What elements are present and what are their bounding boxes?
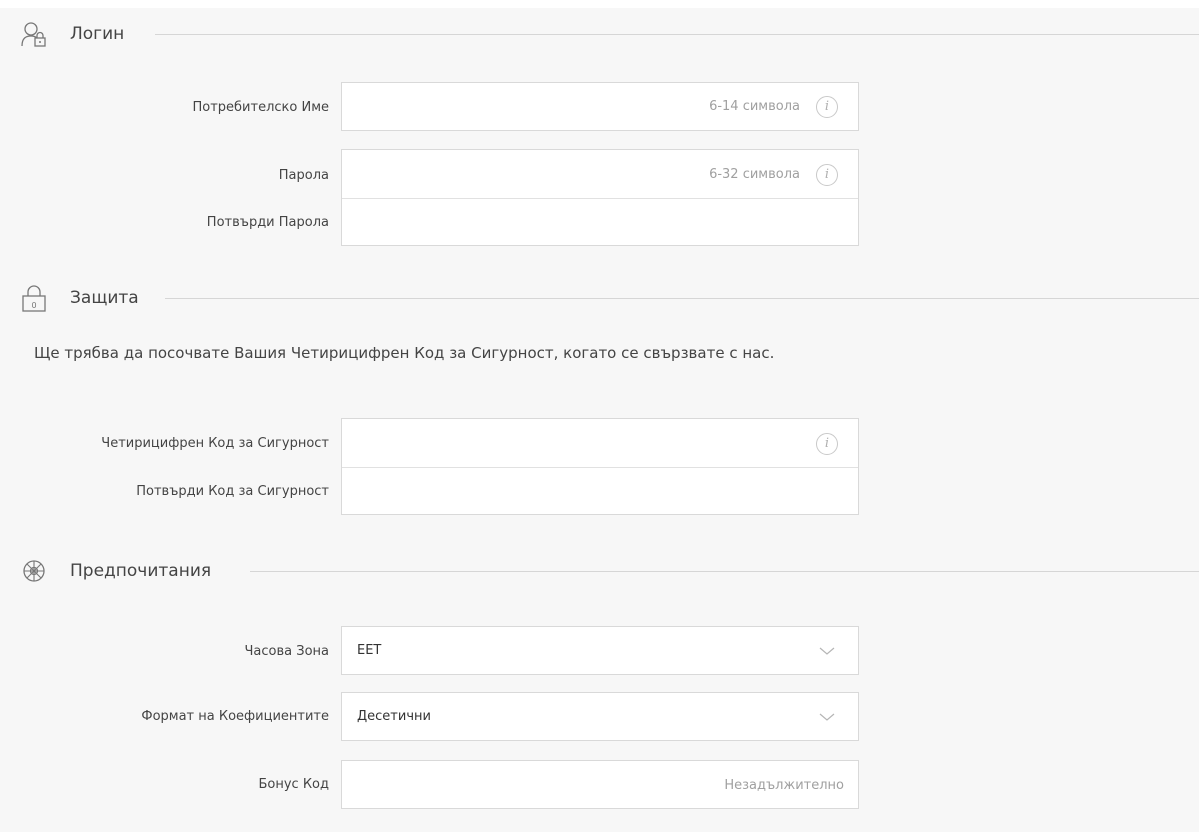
security-code-label: Четирицифрен Код за Сигурност — [101, 436, 329, 451]
top-strip — [0, 0, 1199, 8]
security-section-header: 0 Защита — [0, 284, 1199, 314]
security-section-title: Защита — [70, 288, 139, 308]
svg-text:0: 0 — [31, 301, 36, 310]
bonus-code-label: Бонус Код — [258, 777, 329, 792]
username-hint: 6-14 символа — [709, 99, 800, 114]
confirm-password-label: Потвърди Парола — [206, 215, 329, 230]
password-label: Парола — [278, 168, 329, 183]
password-group-box: 6-32 символа i — [341, 149, 859, 246]
username-info-icon[interactable]: i — [816, 96, 838, 118]
preferences-section-title: Предпочитания — [70, 561, 212, 581]
registration-form: Логин Потребителско Име 6-14 символа i П… — [0, 0, 1199, 832]
username-label: Потребителско Име — [192, 100, 329, 115]
security-code-info-icon[interactable]: i — [816, 433, 838, 455]
login-section-line — [155, 34, 1199, 35]
password-hint: 6-32 символа — [709, 167, 800, 182]
odds-format-select[interactable]: Десетични — [341, 692, 859, 741]
preferences-section-line — [250, 571, 1199, 572]
preferences-section-header: Предпочитания — [0, 557, 1199, 587]
user-lock-icon — [21, 22, 46, 47]
chevron-down-icon — [819, 647, 835, 655]
login-section-header: Логин — [0, 20, 1199, 50]
login-section-title: Логин — [70, 24, 125, 44]
confirm-password-input[interactable] — [342, 199, 858, 246]
security-description: Ще трябва да посочвате Вашия Четирицифре… — [34, 344, 775, 362]
bonus-code-placeholder: Незадължително — [724, 778, 844, 793]
confirm-security-code-input[interactable] — [342, 468, 858, 515]
confirm-security-code-label: Потвърди Код за Сигурност — [136, 484, 329, 499]
odds-format-selected-value: Десетични — [357, 709, 431, 724]
password-info-icon[interactable]: i — [816, 164, 838, 186]
bonus-code-field-box: Незадължително — [341, 760, 859, 809]
gear-icon — [23, 560, 45, 582]
odds-format-label: Формат на Коефициентите — [141, 709, 329, 724]
padlock-icon: 0 — [22, 285, 46, 312]
security-section-line — [165, 298, 1199, 299]
username-field-box: 6-14 символа i — [341, 82, 859, 131]
timezone-select[interactable]: EET — [341, 626, 859, 675]
timezone-selected-value: EET — [357, 643, 382, 658]
security-code-input[interactable] — [342, 419, 858, 467]
timezone-label: Часова Зона — [244, 644, 330, 659]
security-code-group-box: i — [341, 418, 859, 515]
chevron-down-icon — [819, 713, 835, 721]
